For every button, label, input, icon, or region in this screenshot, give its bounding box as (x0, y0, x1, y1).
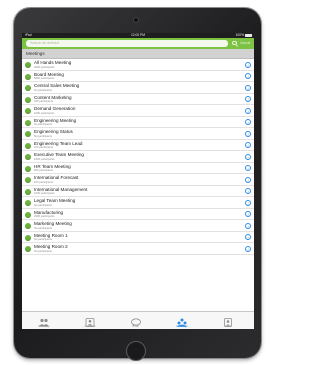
meeting-row[interactable]: International Management 1000 participant… (22, 185, 254, 197)
status-indicator-icon (25, 165, 31, 172)
meeting-row[interactable]: Executive Team Meeting 1000 participants i (22, 151, 254, 163)
meeting-row[interactable]: Board Meeting 5000 participants i (22, 70, 254, 82)
info-icon[interactable]: i (245, 119, 251, 125)
status-indicator-icon (25, 85, 31, 91)
tab-calls[interactable]: Calls (205, 312, 251, 329)
status-indicator-icon (25, 131, 31, 137)
meeting-participants: No participants (34, 123, 52, 126)
meeting-participants: 1000 participants (34, 111, 55, 115)
meeting-row[interactable]: Manufacturing 2000 participants i (22, 208, 254, 220)
meeting-row[interactable]: HR Team Meeting 500 participants i (22, 162, 254, 174)
tab-meetings[interactable]: Meetings (159, 312, 205, 329)
meeting-row[interactable]: Demand Generation 1000 participants i (22, 105, 254, 117)
meeting-participants: 5000 participants (34, 77, 55, 80)
search-bar: Search all defined Cancel (22, 38, 254, 49)
info-icon[interactable]: i (245, 61, 251, 68)
search-input[interactable]: Search all defined (26, 40, 228, 47)
meeting-participants: 2000 participants (34, 65, 55, 69)
tab-label: Directory (38, 324, 50, 328)
info-icon[interactable]: i (245, 130, 251, 137)
meeting-participants: No participants (34, 88, 52, 92)
meeting-row[interactable]: Engineering Team Lead 100 participants i (22, 139, 254, 151)
info-icon[interactable]: i (245, 211, 251, 217)
meeting-row[interactable]: Meeting Room 2 No participants i (22, 243, 254, 255)
meeting-row[interactable]: Marketing Meeting No participants i (22, 220, 254, 232)
status-indicator-icon (25, 154, 31, 160)
meeting-row[interactable]: Central Sales Meeting No participants i (22, 82, 254, 94)
tab-label: Contacts (84, 324, 96, 328)
meeting-participants: No participants (34, 249, 52, 253)
meeting-participants: 1000 participants (34, 157, 55, 161)
status-indicator-icon (25, 200, 31, 206)
info-icon[interactable]: i (245, 222, 251, 229)
meeting-row[interactable]: Engineering Meeting No participants i (22, 116, 254, 128)
status-indicator-icon (25, 211, 31, 218)
info-icon[interactable]: i (245, 107, 251, 114)
info-icon[interactable]: i (245, 234, 251, 240)
tab-label: Chat (133, 324, 139, 328)
info-icon[interactable]: i (245, 153, 251, 160)
meeting-row[interactable]: Engineering Status No participants i (22, 128, 254, 140)
tab-contacts[interactable]: Contacts (67, 312, 113, 329)
meeting-row[interactable]: All Hands Meeting 2000 participants i (22, 59, 254, 71)
meeting-participants: No participants (34, 134, 52, 138)
info-icon[interactable]: i (245, 142, 251, 148)
meeting-row[interactable]: Content Marketing 100 participants i (22, 93, 254, 105)
status-indicator-icon (25, 223, 31, 229)
camera-icon (134, 18, 138, 22)
meeting-list: All Hands Meeting 2000 participants i Board… (22, 59, 254, 255)
tab-label: Calls (224, 324, 232, 328)
home-button[interactable] (126, 341, 146, 361)
info-icon[interactable]: i (245, 199, 251, 206)
status-indicator-icon (25, 246, 31, 252)
meeting-participants: 100 participants (34, 146, 53, 149)
tab-bar: Directory Contacts Chat Meetings Calls (22, 311, 254, 329)
meeting-participants: No participants (34, 226, 52, 230)
tab-chat[interactable]: Chat (113, 312, 159, 329)
section-header-meetings: Meetings (22, 49, 254, 59)
chat-icon (130, 314, 142, 327)
status-indicator-icon (25, 62, 31, 68)
meeting-participants: No participants (34, 203, 52, 207)
status-indicator-icon (25, 177, 31, 183)
meetings-icon (176, 314, 188, 327)
meeting-participants: 500 participants (34, 169, 53, 172)
status-indicator-icon (25, 108, 31, 114)
tab-label: Meetings (176, 324, 188, 328)
info-icon[interactable]: i (245, 84, 251, 91)
info-icon[interactable]: i (245, 96, 251, 102)
meeting-participants: 1000 participants (34, 192, 55, 195)
meeting-participants: 2000 participants (34, 215, 55, 218)
meeting-participants: 100 participants (34, 100, 53, 103)
info-icon[interactable]: i (245, 245, 251, 252)
status-indicator-icon (25, 142, 31, 149)
meeting-row[interactable]: Meeting Room 1 No participants i (22, 231, 254, 243)
meeting-participants: 100 participants (34, 180, 53, 184)
tab-directory[interactable]: Directory (22, 312, 67, 329)
status-indicator-icon (25, 234, 31, 241)
search-icon[interactable] (232, 40, 237, 45)
calls-icon (222, 314, 234, 327)
meeting-participants: No participants (34, 238, 52, 241)
battery-icon (245, 34, 252, 37)
meeting-row[interactable]: Legal Team Meeting No participants i (22, 197, 254, 209)
info-icon[interactable]: i (245, 73, 251, 79)
contacts-icon (84, 314, 96, 327)
status-indicator-icon (25, 96, 31, 103)
info-icon[interactable]: i (245, 188, 251, 194)
status-indicator-icon (25, 188, 31, 195)
app-screen: iPad 12:00 PM 100% Search all defined Ca… (22, 33, 254, 329)
status-indicator-icon (25, 73, 31, 80)
meeting-row[interactable]: International Forecast 100 participants i (22, 174, 254, 186)
status-indicator-icon (25, 119, 31, 126)
people-icon (38, 314, 50, 327)
info-icon[interactable]: i (245, 165, 251, 171)
info-icon[interactable]: i (245, 176, 251, 183)
cancel-button[interactable]: Cancel (240, 38, 250, 49)
